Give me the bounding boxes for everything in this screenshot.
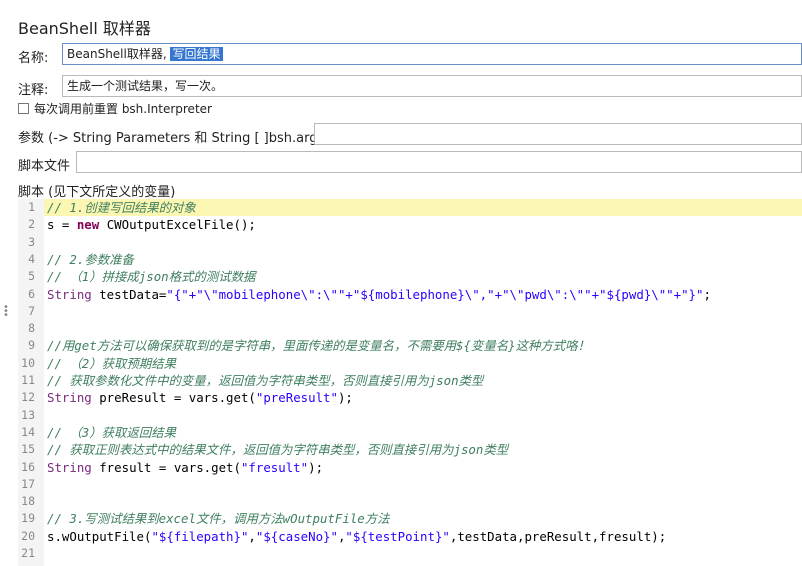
line-number: 12 [21,390,35,405]
params-label: 参数 (-> String Parameters 和 String [ ]bsh… [18,131,330,146]
script-label: 脚本 (见下文所定义的变量) [18,185,176,200]
code-line: s.wOutputFile("${filepath}","${caseNo}",… [47,528,666,545]
code-line: // 获取参数化文件中的变量，返回值为字符串类型，否则直接引用为json类型 [47,372,483,389]
script-file-row: 脚本文件 [0,151,802,175]
line-number: 1 [28,200,35,214]
code-line: // （1）拼接成json格式的测试数据 [47,268,255,285]
reset-interpreter-checkbox[interactable] [18,103,29,114]
code-token: , [248,528,256,544]
line-number: 14 [21,424,35,439]
code-line: //用get方法可以确保获取到的是字符串，里面传递的是变量名，不需要用${变量名… [47,337,590,354]
comment-input[interactable]: 生成一个测试结果，写一次。 [62,75,802,97]
name-label: 名称: [18,51,49,66]
code-token: s.wOutputFile( [47,528,152,544]
code-token: "{"+"\"mobilephone\":\""+"${mobilephone}… [166,286,704,302]
line-number: 2 [28,217,35,232]
code-line: // 3.写测试结果到excel文件，调用方法wOutputFile方法 [47,510,390,527]
code-token: // （3）获取返回结果 [47,424,176,440]
line-number: 4 [28,251,35,266]
line-number: 10 [21,355,35,370]
code-token: // 2.参数准备 [47,251,134,267]
line-number: 19 [21,511,35,526]
code-line: String fresult = vars.get("fresult"); [47,459,323,476]
reset-interpreter-label: 每次调用前重置 bsh.Interpreter [34,102,212,116]
line-number: 7 [28,303,35,318]
code-line: String preResult = vars.get("preResult")… [47,389,353,406]
line-number: 17 [21,476,35,491]
code-token: ,testData,preResult,fresult); [449,528,667,544]
line-number: 9 [28,338,35,353]
code-token: // （2）获取预期结果 [47,355,176,371]
name-input[interactable]: BeanShell取样器, 写回结果 [62,43,802,65]
code-token: testData= [91,286,167,302]
code-token: ); [337,390,353,406]
line-number: 21 [21,546,35,560]
code-line: // 2.参数准备 [47,251,134,268]
code-token: "${caseNo}" [255,528,338,544]
code-token: ; [703,286,711,302]
line-number: 13 [21,407,35,422]
code-token: // 获取正则表达式中的结果文件，返回值为字符串类型，否则直接引用为json类型 [47,442,509,458]
line-number: 6 [28,286,35,301]
code-token: //用get方法可以确保获取到的是字符串，里面传递的是变量名，不需要用${变量名… [47,338,590,354]
line-number: 15 [21,442,35,457]
code-token: s = [47,217,77,233]
script-file-label: 脚本文件 [18,159,71,174]
comment-row: 注释: 生成一个测试结果，写一次。 [0,75,802,99]
code-token: String [47,459,92,475]
code-line: // （2）获取预期结果 [47,355,176,372]
comment-label: 注释: [18,83,49,98]
code-line: // 获取正则表达式中的结果文件，返回值为字符串类型，否则直接引用为json类型 [47,441,508,458]
line-number: 5 [28,269,35,284]
code-token: // 1.创建写回结果的对象 [47,200,196,215]
script-file-input[interactable] [76,151,802,173]
code-token: // 3.写测试结果到excel文件，调用方法wOutputFile方法 [47,511,390,527]
code-token: String [47,286,92,302]
line-number: 8 [28,321,35,336]
code-line: s = new CWOutputExcelFile(); [47,216,256,233]
name-row: 名称: BeanShell取样器, 写回结果 [0,43,802,67]
code-token: new [76,217,100,233]
code-token: preResult = vars.get( [91,390,256,406]
code-token: String [47,390,92,406]
code-token: "preResult" [255,390,338,406]
code-token: // 获取参数化文件中的变量，返回值为字符串类型，否则直接引用为json类型 [47,373,484,388]
script-editor[interactable]: 1 // 1.创建写回结果的对象 2 s = new CWOutputExcelFil… [18,199,802,566]
panel-title: BeanShell 取样器 [18,19,151,38]
params-input[interactable] [314,123,802,145]
comment-value: 生成一个测试结果，写一次。 [67,79,224,93]
name-value-selection: 写回结果 [170,47,223,61]
line-number: 16 [21,459,35,474]
code-line: String testData="{"+"\"mobilephone\":\""… [47,286,711,303]
code-token: "${filepath}" [151,528,249,544]
drag-handle-icon[interactable]: • • • [3,303,9,321]
code-token: "fresult" [240,459,309,475]
name-value-text: BeanShell取样器, [67,47,171,61]
code-token: CWOutputExcelFile(); [99,217,256,233]
params-row: 参数 (-> String Parameters 和 String [ ]bsh… [0,123,802,147]
code-token: // （1）拼接成json格式的测试数据 [47,269,256,285]
line-number: 3 [28,234,35,249]
code-token: "${testPoint}" [345,528,450,544]
code-token: fresult = vars.get( [91,459,241,475]
line-number: 18 [21,494,35,509]
line-number: 20 [21,528,35,543]
code-line: // （3）获取返回结果 [47,424,176,441]
line-number: 11 [21,373,35,387]
code-line: // 1.创建写回结果的对象 [47,199,196,216]
code-token: ); [308,459,324,475]
reset-interpreter-option[interactable]: 每次调用前重置 bsh.Interpreter [18,100,212,117]
